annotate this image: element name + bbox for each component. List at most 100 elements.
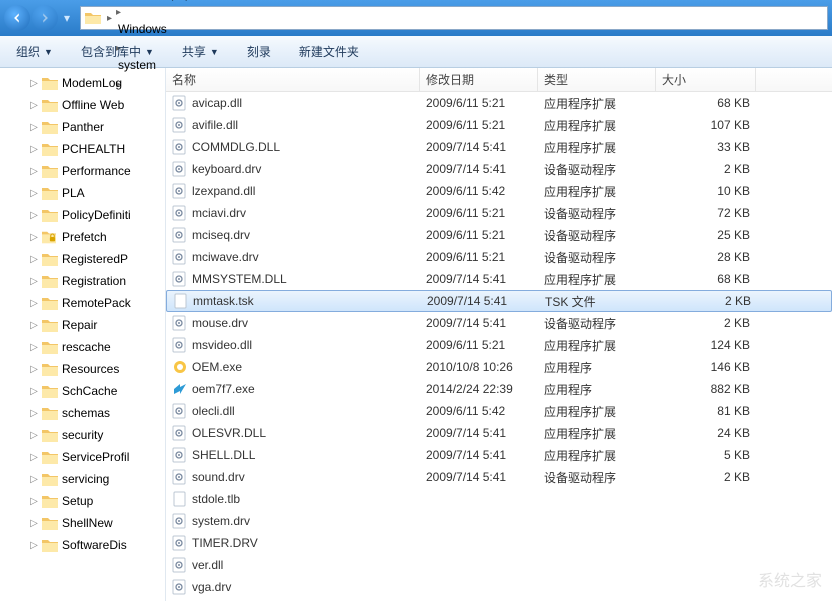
column-date[interactable]: 修改日期 [420, 68, 538, 91]
folder-tree[interactable]: ▷ModemLog▷Offline Web▷Panther▷PCHEALTH▷P… [0, 68, 166, 601]
tree-item[interactable]: ▷PLA [0, 182, 165, 204]
tree-item[interactable]: ▷ servicing [0, 468, 165, 490]
tree-item[interactable]: ▷ServiceProfil [0, 446, 165, 468]
column-size[interactable]: 大小 [656, 68, 756, 91]
tree-item[interactable]: ▷Repair [0, 314, 165, 336]
expand-icon[interactable]: ▷ [28, 187, 40, 199]
file-row[interactable]: sound.drv2009/7/14 5:41设备驱动程序2 KB [166, 466, 832, 488]
expand-icon[interactable]: ▷ [28, 407, 40, 419]
file-row[interactable]: COMMDLG.DLL2009/7/14 5:41应用程序扩展33 KB [166, 136, 832, 158]
tree-item[interactable]: ▷Performance [0, 160, 165, 182]
chevron-right-icon[interactable]: ▸ [107, 13, 112, 24]
file-row[interactable]: stdole.tlb [166, 488, 832, 510]
file-list[interactable]: 名称 修改日期 类型 大小 avicap.dll2009/6/11 5:21应用… [166, 68, 832, 601]
file-name: mmtask.tsk [193, 294, 254, 308]
expand-icon[interactable]: ▷ [28, 429, 40, 441]
history-dropdown[interactable]: ▾ [60, 9, 74, 27]
tree-item[interactable]: ▷ SoftwareDis [0, 534, 165, 556]
tree-item-label: servicing [62, 472, 109, 486]
tree-item[interactable]: ▷schemas [0, 402, 165, 424]
command-bar: 组织 ▼ 包含到库中 ▼ 共享 ▼ 刻录 新建文件夹 [0, 36, 832, 68]
file-name: mciseq.drv [192, 228, 250, 242]
breadcrumb-segment[interactable]: 本地磁盘 (C:) [114, 0, 193, 4]
expand-icon[interactable]: ▷ [28, 77, 40, 89]
file-row[interactable]: msvideo.dll2009/6/11 5:21应用程序扩展124 KB [166, 334, 832, 356]
expand-icon[interactable]: ▷ [28, 231, 40, 243]
file-row[interactable]: keyboard.drv2009/7/14 5:41设备驱动程序2 KB [166, 158, 832, 180]
burn-button[interactable]: 刻录 [241, 39, 277, 64]
file-row[interactable]: olecli.dll2009/6/11 5:42应用程序扩展81 KB [166, 400, 832, 422]
expand-icon[interactable]: ▷ [28, 99, 40, 111]
chevron-right-icon[interactable]: ▸ [116, 7, 121, 18]
file-row[interactable]: OEM.exe2010/10/8 10:26应用程序146 KB [166, 356, 832, 378]
expand-icon[interactable]: ▷ [28, 473, 40, 485]
include-menu[interactable]: 包含到库中 ▼ [75, 39, 160, 64]
expand-icon[interactable]: ▷ [28, 275, 40, 287]
tree-item[interactable]: ▷PCHEALTH [0, 138, 165, 160]
share-menu[interactable]: 共享 ▼ [176, 39, 225, 64]
tree-item-label: SoftwareDis [62, 538, 127, 552]
file-row[interactable]: MMSYSTEM.DLL2009/7/14 5:41应用程序扩展68 KB [166, 268, 832, 290]
expand-icon[interactable]: ▷ [28, 539, 40, 551]
expand-icon[interactable]: ▷ [28, 121, 40, 133]
expand-icon[interactable]: ▷ [28, 451, 40, 463]
file-row[interactable]: mmtask.tsk2009/7/14 5:41TSK 文件2 KB [166, 290, 832, 312]
expand-icon[interactable]: ▷ [28, 297, 40, 309]
file-row[interactable]: avifile.dll2009/6/11 5:21应用程序扩展107 KB [166, 114, 832, 136]
file-icon [172, 205, 188, 221]
address-bar[interactable]: ▸ 计算机▸本地磁盘 (C:)▸Windows▸system▸ [80, 6, 828, 30]
file-date: 2009/7/14 5:41 [420, 426, 538, 440]
file-row[interactable]: vga.drv [166, 576, 832, 598]
tree-item[interactable]: ▷ModemLog [0, 72, 165, 94]
expand-icon[interactable]: ▷ [28, 253, 40, 265]
expand-icon[interactable]: ▷ [28, 165, 40, 177]
file-row[interactable]: mciwave.drv2009/6/11 5:21设备驱动程序28 KB [166, 246, 832, 268]
expand-icon[interactable]: ▷ [28, 385, 40, 397]
file-name: vga.drv [192, 580, 231, 594]
file-name: OLESVR.DLL [192, 426, 266, 440]
file-type: 设备驱动程序 [538, 161, 656, 178]
tree-item[interactable]: ▷ShellNew [0, 512, 165, 534]
file-row[interactable]: lzexpand.dll2009/6/11 5:42应用程序扩展10 KB [166, 180, 832, 202]
column-type[interactable]: 类型 [538, 68, 656, 91]
expand-icon[interactable]: ▷ [28, 517, 40, 529]
file-row[interactable]: ver.dll [166, 554, 832, 576]
file-row[interactable]: oem7f7.exe2014/2/24 22:39应用程序882 KB [166, 378, 832, 400]
file-row[interactable]: OLESVR.DLL2009/7/14 5:41应用程序扩展24 KB [166, 422, 832, 444]
tree-item[interactable]: ▷Offline Web [0, 94, 165, 116]
file-row[interactable]: TIMER.DRV [166, 532, 832, 554]
expand-icon[interactable]: ▷ [28, 319, 40, 331]
expand-icon[interactable]: ▷ [28, 363, 40, 375]
file-row[interactable]: system.drv [166, 510, 832, 532]
breadcrumb-segment[interactable]: Windows [114, 18, 193, 40]
tree-item[interactable]: ▷RemotePack [0, 292, 165, 314]
file-row[interactable]: mouse.drv2009/7/14 5:41设备驱动程序2 KB [166, 312, 832, 334]
tree-item[interactable]: ▷security [0, 424, 165, 446]
tree-item[interactable]: ▷Setup [0, 490, 165, 512]
tree-item[interactable]: ▷Registration [0, 270, 165, 292]
file-icon [172, 271, 188, 287]
tree-item-label: SchCache [62, 384, 117, 398]
column-name[interactable]: 名称 [166, 68, 420, 91]
tree-item[interactable]: ▷Resources [0, 358, 165, 380]
tree-item[interactable]: ▷Panther [0, 116, 165, 138]
file-row[interactable]: SHELL.DLL2009/7/14 5:41应用程序扩展5 KB [166, 444, 832, 466]
expand-icon[interactable]: ▷ [28, 495, 40, 507]
tree-item[interactable]: ▷rescache [0, 336, 165, 358]
file-icon [172, 337, 188, 353]
new-folder-button[interactable]: 新建文件夹 [293, 39, 365, 64]
tree-item[interactable]: ▷RegisteredP [0, 248, 165, 270]
tree-item[interactable]: ▷PolicyDefiniti [0, 204, 165, 226]
expand-icon[interactable]: ▷ [28, 341, 40, 353]
tree-item[interactable]: ▷ SchCache [0, 380, 165, 402]
file-row[interactable]: avicap.dll2009/6/11 5:21应用程序扩展68 KB [166, 92, 832, 114]
file-row[interactable]: mciavi.drv2009/6/11 5:21设备驱动程序72 KB [166, 202, 832, 224]
file-row[interactable]: mciseq.drv2009/6/11 5:21设备驱动程序25 KB [166, 224, 832, 246]
organize-menu[interactable]: 组织 ▼ [10, 39, 59, 64]
forward-button[interactable] [32, 5, 58, 31]
expand-icon[interactable]: ▷ [28, 143, 40, 155]
tree-item[interactable]: ▷Prefetch [0, 226, 165, 248]
back-button[interactable] [4, 5, 30, 31]
file-size: 28 KB [656, 250, 756, 264]
expand-icon[interactable]: ▷ [28, 209, 40, 221]
